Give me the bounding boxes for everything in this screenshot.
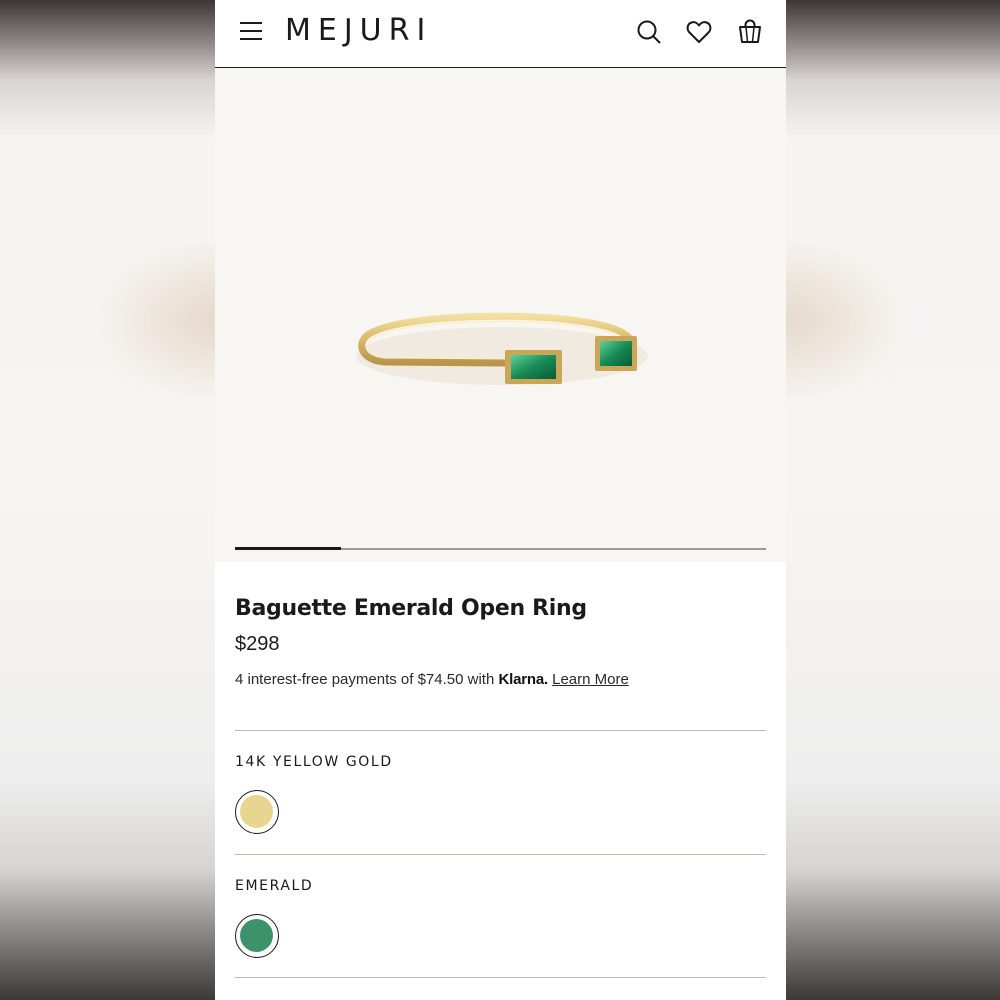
site-header: MEJURI — [215, 0, 786, 68]
metal-option-label: 14K YELLOW GOLD — [235, 754, 393, 770]
klarna-text: 4 interest-free payments of $74.50 with — [235, 671, 499, 688]
divider — [235, 977, 766, 978]
product-title: Baguette Emerald Open Ring — [235, 596, 587, 621]
klarna-installments: 4 interest-free payments of $74.50 with … — [235, 671, 629, 688]
carousel-progress[interactable] — [235, 547, 766, 550]
stone-option-label: EMERALD — [235, 878, 314, 894]
product-image-ring — [356, 312, 648, 385]
klarna-logo: Klarna. — [498, 671, 548, 688]
swatch-fill — [240, 795, 273, 828]
metal-swatch-yellow-gold[interactable] — [235, 790, 279, 834]
divider — [235, 854, 766, 855]
divider — [235, 730, 766, 731]
brand-logo[interactable]: MEJURI — [285, 11, 432, 51]
learn-more-link[interactable]: Learn More — [552, 671, 629, 688]
carousel-progress-active — [235, 547, 341, 550]
menu-icon[interactable] — [237, 18, 265, 44]
bag-icon[interactable] — [736, 17, 764, 45]
product-image-gallery[interactable] — [215, 68, 786, 562]
heart-icon[interactable] — [685, 18, 713, 46]
product-price: $298 — [235, 633, 280, 655]
swatch-fill — [240, 919, 273, 952]
mobile-page: MEJURI Baguette Emerald Open Ring $298 4… — [215, 0, 786, 1000]
stone-swatch-emerald[interactable] — [235, 914, 279, 958]
search-icon[interactable] — [635, 18, 663, 46]
